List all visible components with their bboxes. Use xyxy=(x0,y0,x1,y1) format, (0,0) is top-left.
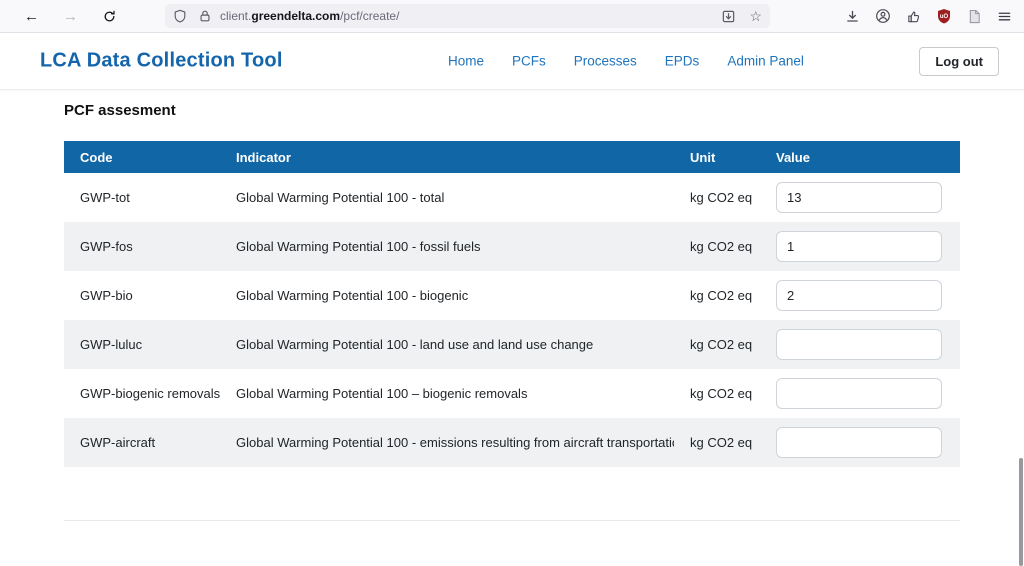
browser-toolbar: ← → client.greendelta.com/pcf/create/ ☆ xyxy=(0,0,1024,33)
column-header-code: Code xyxy=(64,150,220,165)
url-text: client.greendelta.com/pcf/create/ xyxy=(220,9,721,23)
table-row: GWP-tot Global Warming Potential 100 - t… xyxy=(64,173,960,222)
table-header-row: Code Indicator Unit Value xyxy=(64,141,960,173)
row-unit: kg CO2 eq xyxy=(674,435,760,450)
menu-icon[interactable] xyxy=(997,9,1012,24)
browser-nav-buttons: ← → xyxy=(0,9,117,24)
row-code: GWP-aircraft xyxy=(64,435,220,450)
row-unit: kg CO2 eq xyxy=(674,288,760,303)
row-indicator: Global Warming Potential 100 - total xyxy=(220,190,674,205)
toolbar-right-icons: uO xyxy=(845,0,1012,32)
save-page-icon[interactable] xyxy=(721,9,736,24)
row-value-cell xyxy=(760,329,960,360)
url-path: /pcf/create/ xyxy=(340,9,399,23)
row-value-cell xyxy=(760,378,960,409)
row-indicator: Global Warming Potential 100 - emissions… xyxy=(220,435,674,450)
column-header-value: Value xyxy=(760,150,960,165)
row-unit: kg CO2 eq xyxy=(674,337,760,352)
page-content: PCF assesment Code Indicator Unit Value … xyxy=(0,102,1024,521)
value-input-gwp-bio[interactable] xyxy=(776,280,942,311)
document-extension-icon[interactable] xyxy=(967,9,982,24)
row-code: GWP-biogenic removals xyxy=(64,386,220,401)
table-row: GWP-fos Global Warming Potential 100 - f… xyxy=(64,222,960,271)
row-indicator: Global Warming Potential 100 - land use … xyxy=(220,337,674,352)
table-body: GWP-tot Global Warming Potential 100 - t… xyxy=(64,173,960,467)
ublock-shield-icon[interactable]: uO xyxy=(936,8,952,24)
value-input-gwp-luluc[interactable] xyxy=(776,329,942,360)
reload-icon[interactable] xyxy=(102,9,117,24)
row-indicator: Global Warming Potential 100 - biogenic xyxy=(220,288,674,303)
row-value-cell xyxy=(760,231,960,262)
lock-icon[interactable] xyxy=(198,9,212,23)
row-code: GWP-fos xyxy=(64,239,220,254)
main-nav: Home PCFs Processes EPDs Admin Panel xyxy=(448,54,804,69)
thumbs-up-extension-icon[interactable] xyxy=(906,9,921,24)
row-value-cell xyxy=(760,280,960,311)
table-row: GWP-bio Global Warming Potential 100 - b… xyxy=(64,271,960,320)
svg-text:uO: uO xyxy=(940,14,949,20)
table-row: GWP-aircraft Global Warming Potential 10… xyxy=(64,418,960,467)
page-title: PCF assesment xyxy=(64,102,960,119)
value-input-gwp-tot[interactable] xyxy=(776,182,942,213)
row-code: GWP-bio xyxy=(64,288,220,303)
row-unit: kg CO2 eq xyxy=(674,190,760,205)
url-subdomain: client. xyxy=(220,9,251,23)
url-bar-actions: ☆ xyxy=(721,9,762,24)
table-row: GWP-biogenic removals Global Warming Pot… xyxy=(64,369,960,418)
row-value-cell xyxy=(760,182,960,213)
table-row: GWP-luluc Global Warming Potential 100 -… xyxy=(64,320,960,369)
tracking-shield-icon[interactable] xyxy=(173,9,187,23)
row-code: GWP-tot xyxy=(64,190,220,205)
row-unit: kg CO2 eq xyxy=(674,239,760,254)
back-icon[interactable]: ← xyxy=(24,9,39,24)
nav-admin-panel[interactable]: Admin Panel xyxy=(727,54,804,69)
site-title: LCA Data Collection Tool xyxy=(40,50,283,73)
nav-pcfs[interactable]: PCFs xyxy=(512,54,546,69)
row-code: GWP-luluc xyxy=(64,337,220,352)
url-domain: greendelta.com xyxy=(251,9,340,23)
value-input-gwp-aircraft[interactable] xyxy=(776,427,942,458)
site-header: LCA Data Collection Tool Home PCFs Proce… xyxy=(0,33,1024,90)
logout-button[interactable]: Log out xyxy=(919,47,999,76)
bottom-divider xyxy=(64,520,960,521)
column-header-indicator: Indicator xyxy=(220,150,674,165)
row-indicator: Global Warming Potential 100 – biogenic … xyxy=(220,386,674,401)
downloads-icon[interactable] xyxy=(845,9,860,24)
row-indicator: Global Warming Potential 100 - fossil fu… xyxy=(220,239,674,254)
nav-home[interactable]: Home xyxy=(448,54,484,69)
row-value-cell xyxy=(760,427,960,458)
row-unit: kg CO2 eq xyxy=(674,386,760,401)
url-bar[interactable]: client.greendelta.com/pcf/create/ ☆ xyxy=(165,4,770,28)
forward-icon[interactable]: → xyxy=(63,9,78,24)
column-header-unit: Unit xyxy=(674,150,760,165)
value-input-gwp-fos[interactable] xyxy=(776,231,942,262)
scrollbar-thumb[interactable] xyxy=(1019,458,1023,566)
account-icon[interactable] xyxy=(875,8,891,24)
nav-processes[interactable]: Processes xyxy=(574,54,637,69)
pcf-table: Code Indicator Unit Value GWP-tot Global… xyxy=(64,141,960,467)
value-input-gwp-biogenic-removals[interactable] xyxy=(776,378,942,409)
bookmark-star-icon[interactable]: ☆ xyxy=(749,9,762,23)
nav-epds[interactable]: EPDs xyxy=(665,54,700,69)
